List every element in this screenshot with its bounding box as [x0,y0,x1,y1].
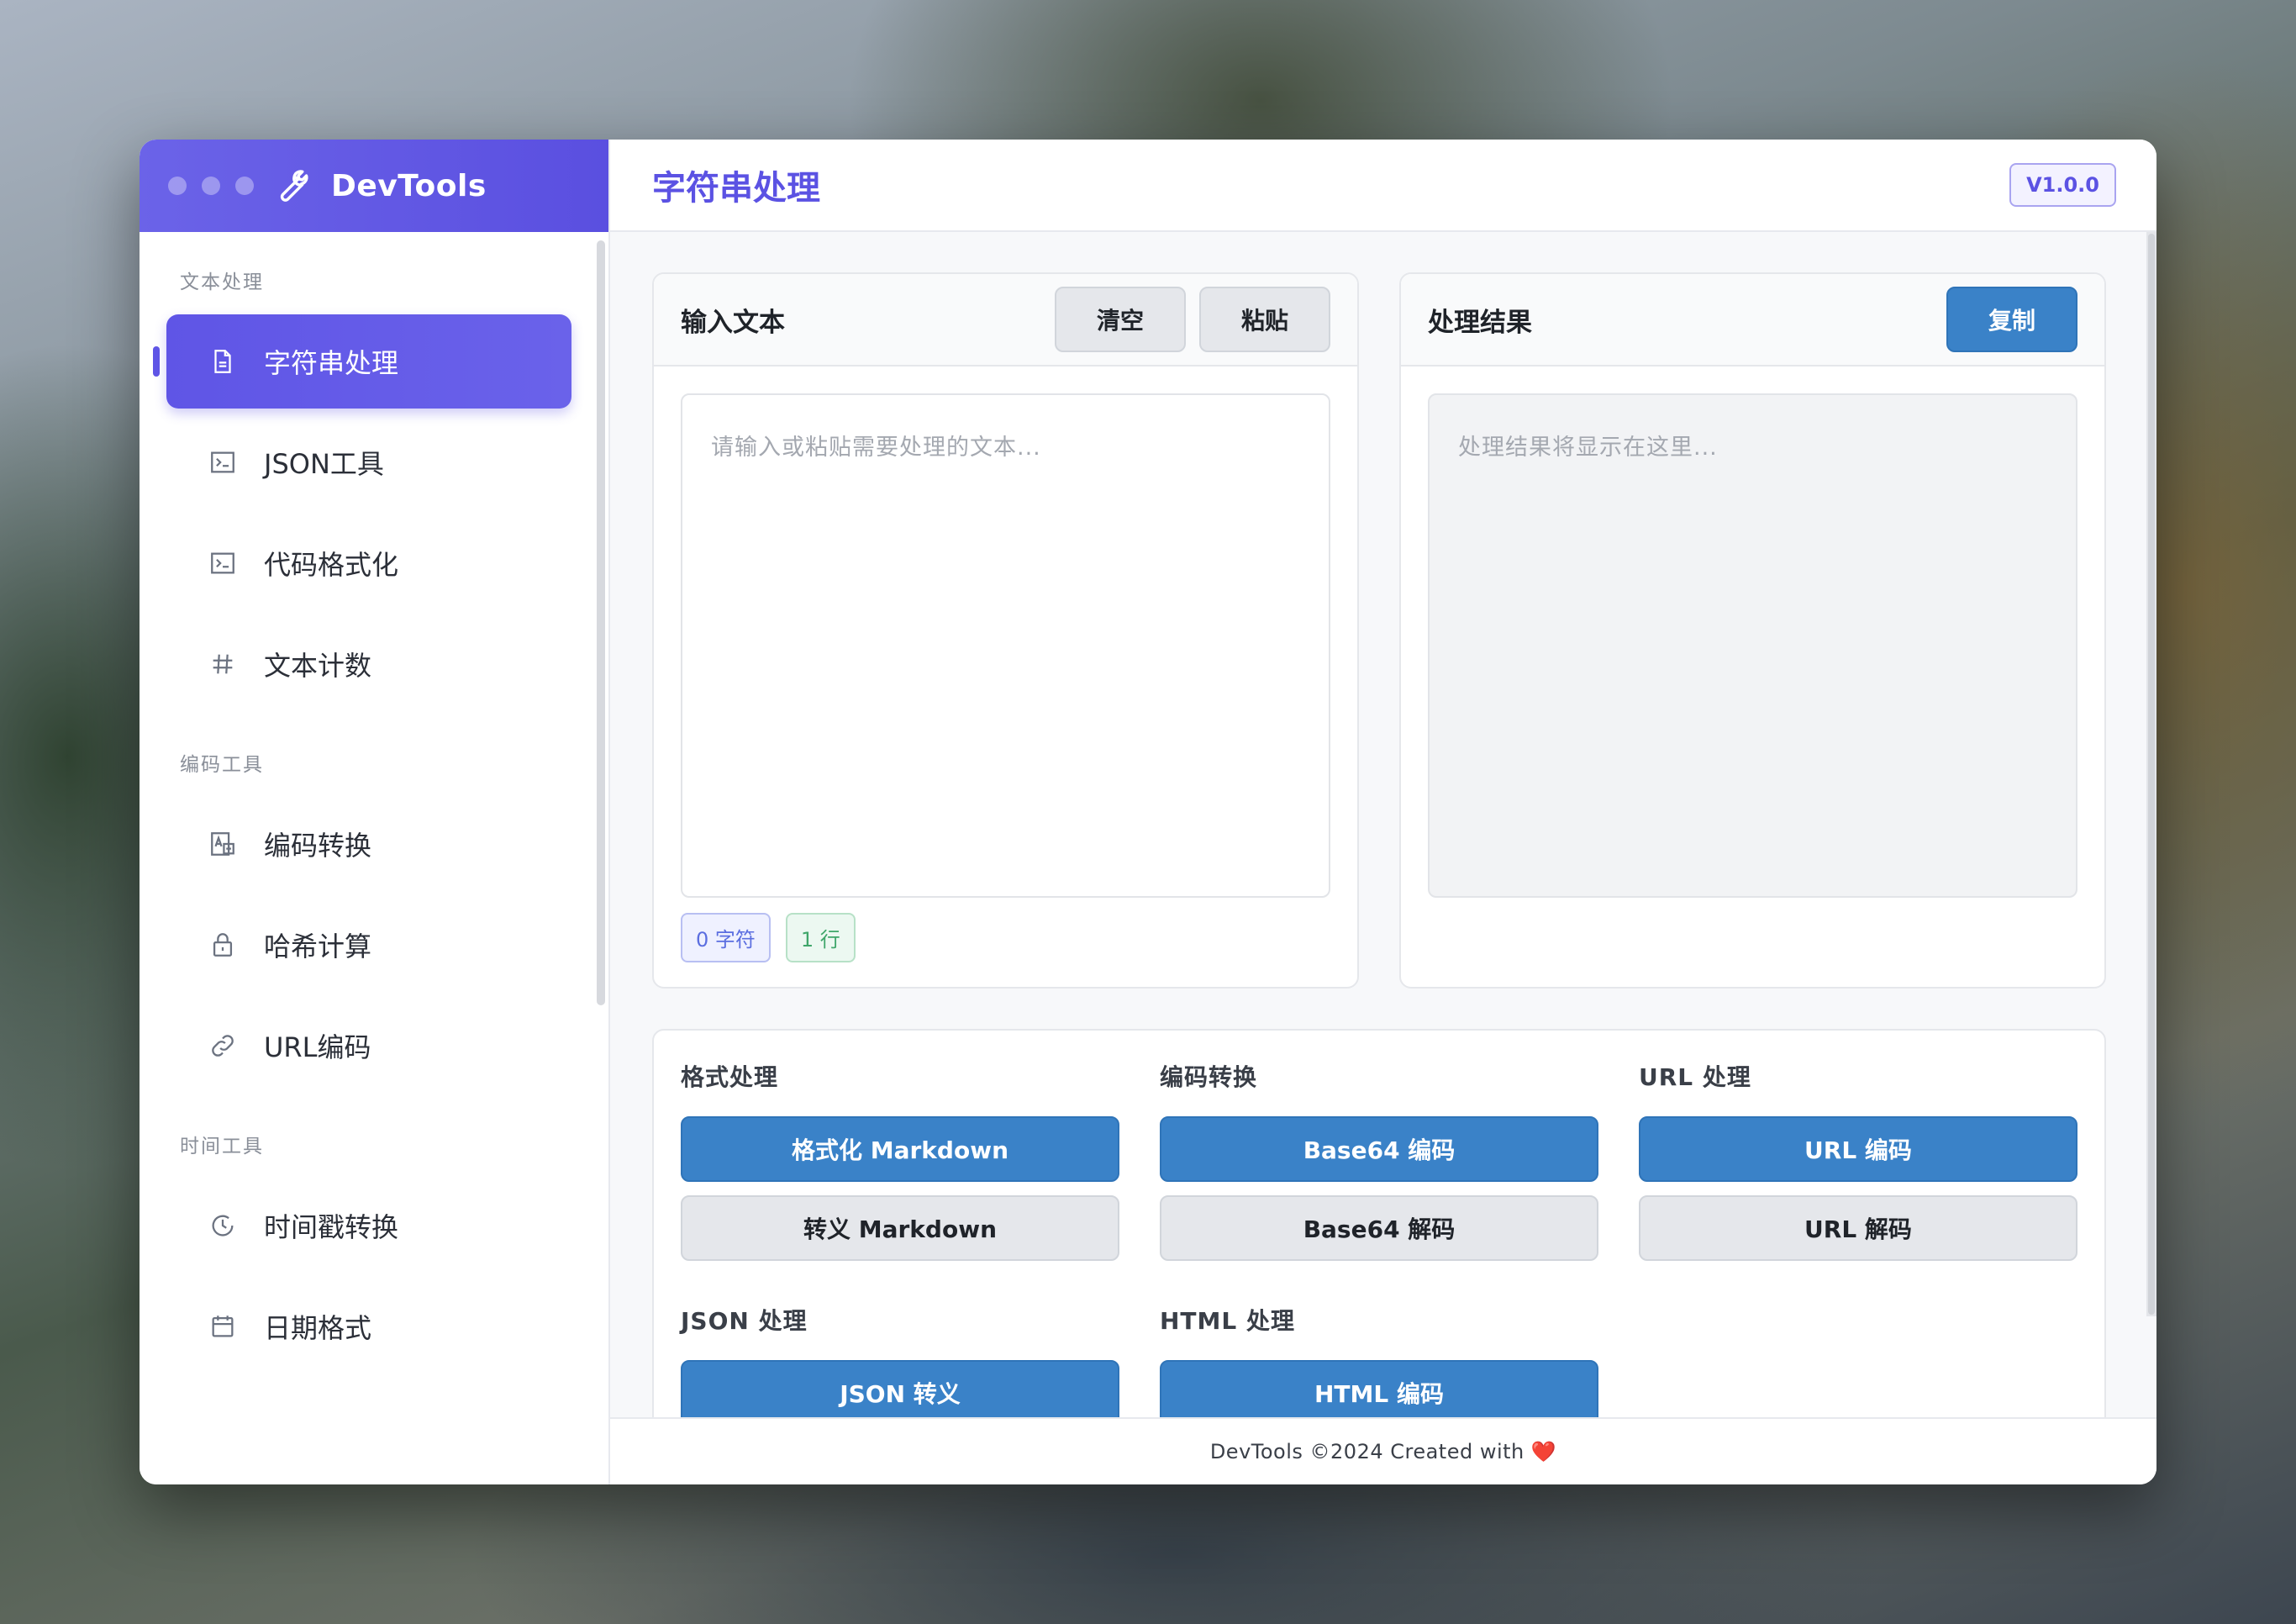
ops-section-title: 编码转换 [1160,1063,1258,1091]
heart-icon: ❤️ [1530,1440,1557,1463]
nav-group-title: 文本处理 [180,272,264,293]
operations-panel: 格式处理 格式化 Markdown 转义 Markdown 编码转换 Base6… [652,1029,2106,1449]
sidebar-item-label: URL编码 [264,1031,371,1063]
sidebar-item-json-tools[interactable]: JSON工具 [166,415,571,509]
app-window: DevTools 文本处理 字符串处理 JSON工具 代码格式化 文本计数 编码… [140,140,2156,1484]
content: 输入文本 清空 粘贴 请输入或粘贴需要处理的文本... 0 字符 1 行 处理结… [610,232,2156,1484]
encode-icon [207,828,239,860]
sidebar-item-text-count[interactable]: 文本计数 [166,617,571,711]
paste-button[interactable]: 粘贴 [1199,287,1330,352]
input-panel-body: 请输入或粘贴需要处理的文本... 0 字符 1 行 [654,366,1357,987]
window-controls [168,177,254,195]
ops-section-title: URL 处理 [1639,1063,1751,1091]
minimize-window-button[interactable] [202,177,220,195]
sidebar-item-hash[interactable]: 哈希计算 [166,898,571,992]
sidebar-item-label: 编码转换 [264,830,372,862]
sidebar-item-label: 日期格式 [264,1312,372,1344]
input-textarea[interactable]: 请输入或粘贴需要处理的文本... [681,393,1330,898]
clear-button[interactable]: 清空 [1055,287,1186,352]
top-bar: 字符串处理 V1.0.0 [610,140,2156,232]
output-panel-title: 处理结果 [1428,307,1532,338]
ops-section-title: JSON 处理 [681,1307,808,1335]
footer-text: DevTools ©2024 Created with [1209,1440,1525,1463]
link-icon [207,1030,239,1062]
app-name: DevTools [331,168,487,203]
html-encode-button[interactable]: HTML 编码 [1160,1360,1598,1426]
input-panel-header: 输入文本 清空 粘贴 [654,274,1357,366]
terminal-icon [207,547,239,579]
output-panel-body: 处理结果将显示在这里... [1401,366,2104,925]
sidebar-item-label: 哈希计算 [264,931,372,962]
output-panel: 处理结果 复制 处理结果将显示在这里... [1399,272,2106,989]
sidebar-item-label: 文本计数 [264,650,372,682]
url-ops: URL 处理 URL 编码 URL 解码 [1639,1059,2077,1274]
maximize-window-button[interactable] [235,177,254,195]
sidebar-item-label: JSON工具 [264,448,384,480]
ops-section-title: 格式处理 [681,1063,779,1091]
sidebar-item-date-format[interactable]: 日期格式 [166,1279,571,1374]
io-row: 输入文本 清空 粘贴 请输入或粘贴需要处理的文本... 0 字符 1 行 处理结… [652,272,2106,989]
sidebar-item-string-processing[interactable]: 字符串处理 [153,314,571,409]
sidebar-item-code-format[interactable]: 代码格式化 [166,516,571,610]
close-window-button[interactable] [168,177,187,195]
brand-bar: DevTools [140,140,608,232]
char-count-badge: 0 字符 [681,913,771,962]
wrench-icon [280,170,308,202]
sidebar-scrollbar[interactable] [597,240,605,1005]
sidebar: DevTools 文本处理 字符串处理 JSON工具 代码格式化 文本计数 编码… [140,140,610,1484]
calendar-icon [207,1310,239,1342]
version-badge: V1.0.0 [2009,163,2116,207]
input-stats: 0 字符 1 行 [681,913,1330,962]
nav-group-title: 编码工具 [180,754,264,776]
sidebar-nav: 文本处理 字符串处理 JSON工具 代码格式化 文本计数 编码工具 编码转换 哈… [140,232,608,1484]
page-title: 字符串处理 [652,169,820,208]
lock-icon [207,929,239,961]
encode-ops: 编码转换 Base64 编码 Base64 解码 [1160,1059,1598,1274]
terminal-icon [207,446,239,478]
format-ops: 格式处理 格式化 Markdown 转义 Markdown [681,1059,1119,1274]
sidebar-item-timestamp[interactable]: 时间戳转换 [166,1178,571,1273]
sidebar-item-label: 时间戳转换 [264,1211,399,1243]
footer: DevTools ©2024 Created with ❤️ [610,1417,2156,1484]
sidebar-item-label: 代码格式化 [264,549,399,581]
format-markdown-button[interactable]: 格式化 Markdown [681,1116,1119,1182]
sidebar-item-label: 字符串处理 [264,347,399,379]
document-icon [207,345,239,377]
input-actions: 清空 粘贴 [1055,287,1330,352]
copy-button[interactable]: 复制 [1946,287,2077,352]
main-area: 字符串处理 V1.0.0 输入文本 清空 粘贴 请输入或粘贴需要处理的文本... [610,140,2156,1484]
clock-icon [207,1210,239,1242]
url-encode-button[interactable]: URL 编码 [1639,1116,2077,1182]
json-escape-button[interactable]: JSON 转义 [681,1360,1119,1426]
base64-encode-button[interactable]: Base64 编码 [1160,1116,1598,1182]
operations-grid: 格式处理 格式化 Markdown 转义 Markdown 编码转换 Base6… [681,1059,2077,1447]
hash-icon [207,648,239,680]
base64-decode-button[interactable]: Base64 解码 [1160,1195,1598,1261]
output-textarea[interactable]: 处理结果将显示在这里... [1428,393,2077,898]
url-decode-button[interactable]: URL 解码 [1639,1195,2077,1261]
nav-group-title: 时间工具 [180,1136,264,1157]
sidebar-item-encoding[interactable]: 编码转换 [166,797,571,891]
escape-markdown-button[interactable]: 转义 Markdown [681,1195,1119,1261]
input-panel: 输入文本 清空 粘贴 请输入或粘贴需要处理的文本... 0 字符 1 行 [652,272,1359,989]
line-count-badge: 1 行 [785,913,856,962]
output-panel-header: 处理结果 复制 [1401,274,2104,366]
sidebar-item-url-encode[interactable]: URL编码 [166,999,571,1093]
ops-section-title: HTML 处理 [1160,1307,1295,1335]
input-panel-title: 输入文本 [681,307,785,338]
